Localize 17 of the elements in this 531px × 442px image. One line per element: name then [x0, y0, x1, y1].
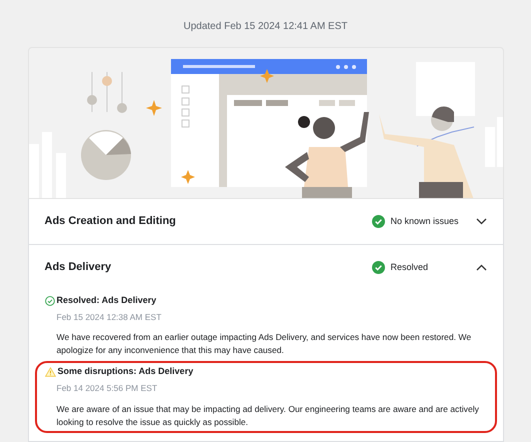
- update-timestamp: Feb 14 2024 5:56 PM EST: [56, 382, 158, 394]
- check-circle-icon: [372, 261, 384, 274]
- check-circle-icon: [372, 215, 384, 228]
- component-name: Ads Delivery: [44, 260, 112, 276]
- update-title: Some disruptions: Ads Delivery: [58, 365, 194, 378]
- updated-timestamp: Updated Feb 15 2024 12:41 AM EST: [184, 20, 348, 34]
- component-status: Resolved: [390, 260, 430, 274]
- warning-icon: [44, 367, 56, 377]
- chevron-down-icon[interactable]: [476, 218, 486, 225]
- chevron-up-icon[interactable]: [476, 264, 486, 271]
- update-title: Resolved: Ads Delivery: [56, 294, 156, 307]
- update-message: We are aware of an issue that may be impacting ad delivery. Our engineering teams are aware and are actively looking to resolve the issue as quickly as possible.: [56, 402, 480, 428]
- update-message: We have recovered from an earlier outage impacting Ads Delivery, and services have now been restored. We apologize for any inconvenience that this may have caused.: [56, 331, 472, 358]
- component-status: No known issues: [390, 214, 460, 228]
- component-name: Ads Creation and Editing: [44, 214, 176, 230]
- update-timestamp: Feb 15 2024 12:38 AM EST: [56, 310, 162, 324]
- check-circle-icon: [44, 296, 54, 306]
